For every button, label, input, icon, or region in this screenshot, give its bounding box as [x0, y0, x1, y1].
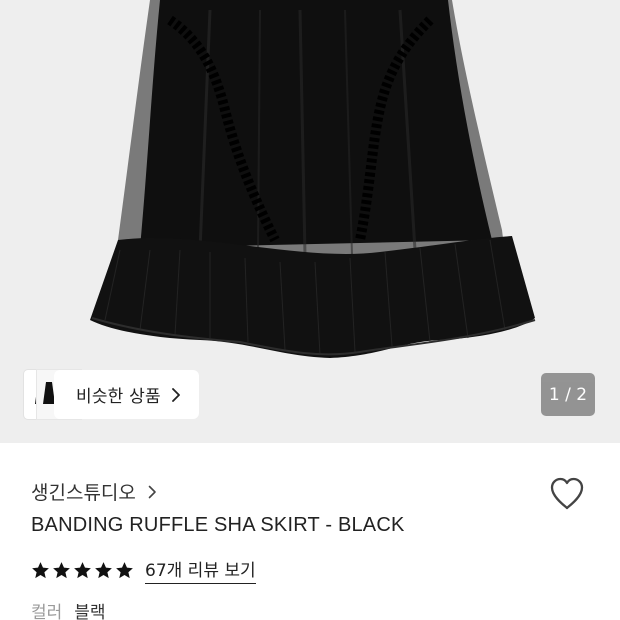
rating-row: 67개 리뷰 보기: [31, 556, 256, 584]
star-filled-icon: [53, 561, 70, 578]
color-option-row: 컬러 블랙: [31, 598, 106, 620]
chevron-right-icon: [171, 387, 180, 402]
star-rating: [31, 561, 134, 580]
review-count-link[interactable]: 67개 리뷰 보기: [145, 556, 256, 584]
similar-products-label: 비슷한 상품: [76, 387, 161, 407]
product-image-gallery[interactable]: 비슷한 상품 1 / 2: [0, 0, 620, 443]
similar-products-panel[interactable]: 비슷한 상품: [54, 370, 199, 419]
color-option-label: 컬러: [31, 603, 63, 620]
image-counter-badge: 1 / 2: [541, 373, 595, 416]
chevron-right-icon: [148, 485, 156, 498]
brand-name: 생긴스튜디오: [31, 482, 136, 504]
star-filled-icon: [95, 561, 112, 578]
similar-products-button[interactable]: 비슷한 상품: [24, 370, 199, 419]
heart-outline-icon[interactable]: [547, 474, 587, 514]
star-filled-icon: [32, 561, 49, 578]
product-title: BANDING RUFFLE SHA SKIRT - BLACK: [31, 514, 405, 536]
brand-link[interactable]: 생긴스튜디오: [31, 478, 157, 505]
color-option-value: 블랙: [74, 603, 106, 620]
star-filled-icon: [116, 561, 133, 578]
star-filled-icon: [74, 561, 91, 578]
